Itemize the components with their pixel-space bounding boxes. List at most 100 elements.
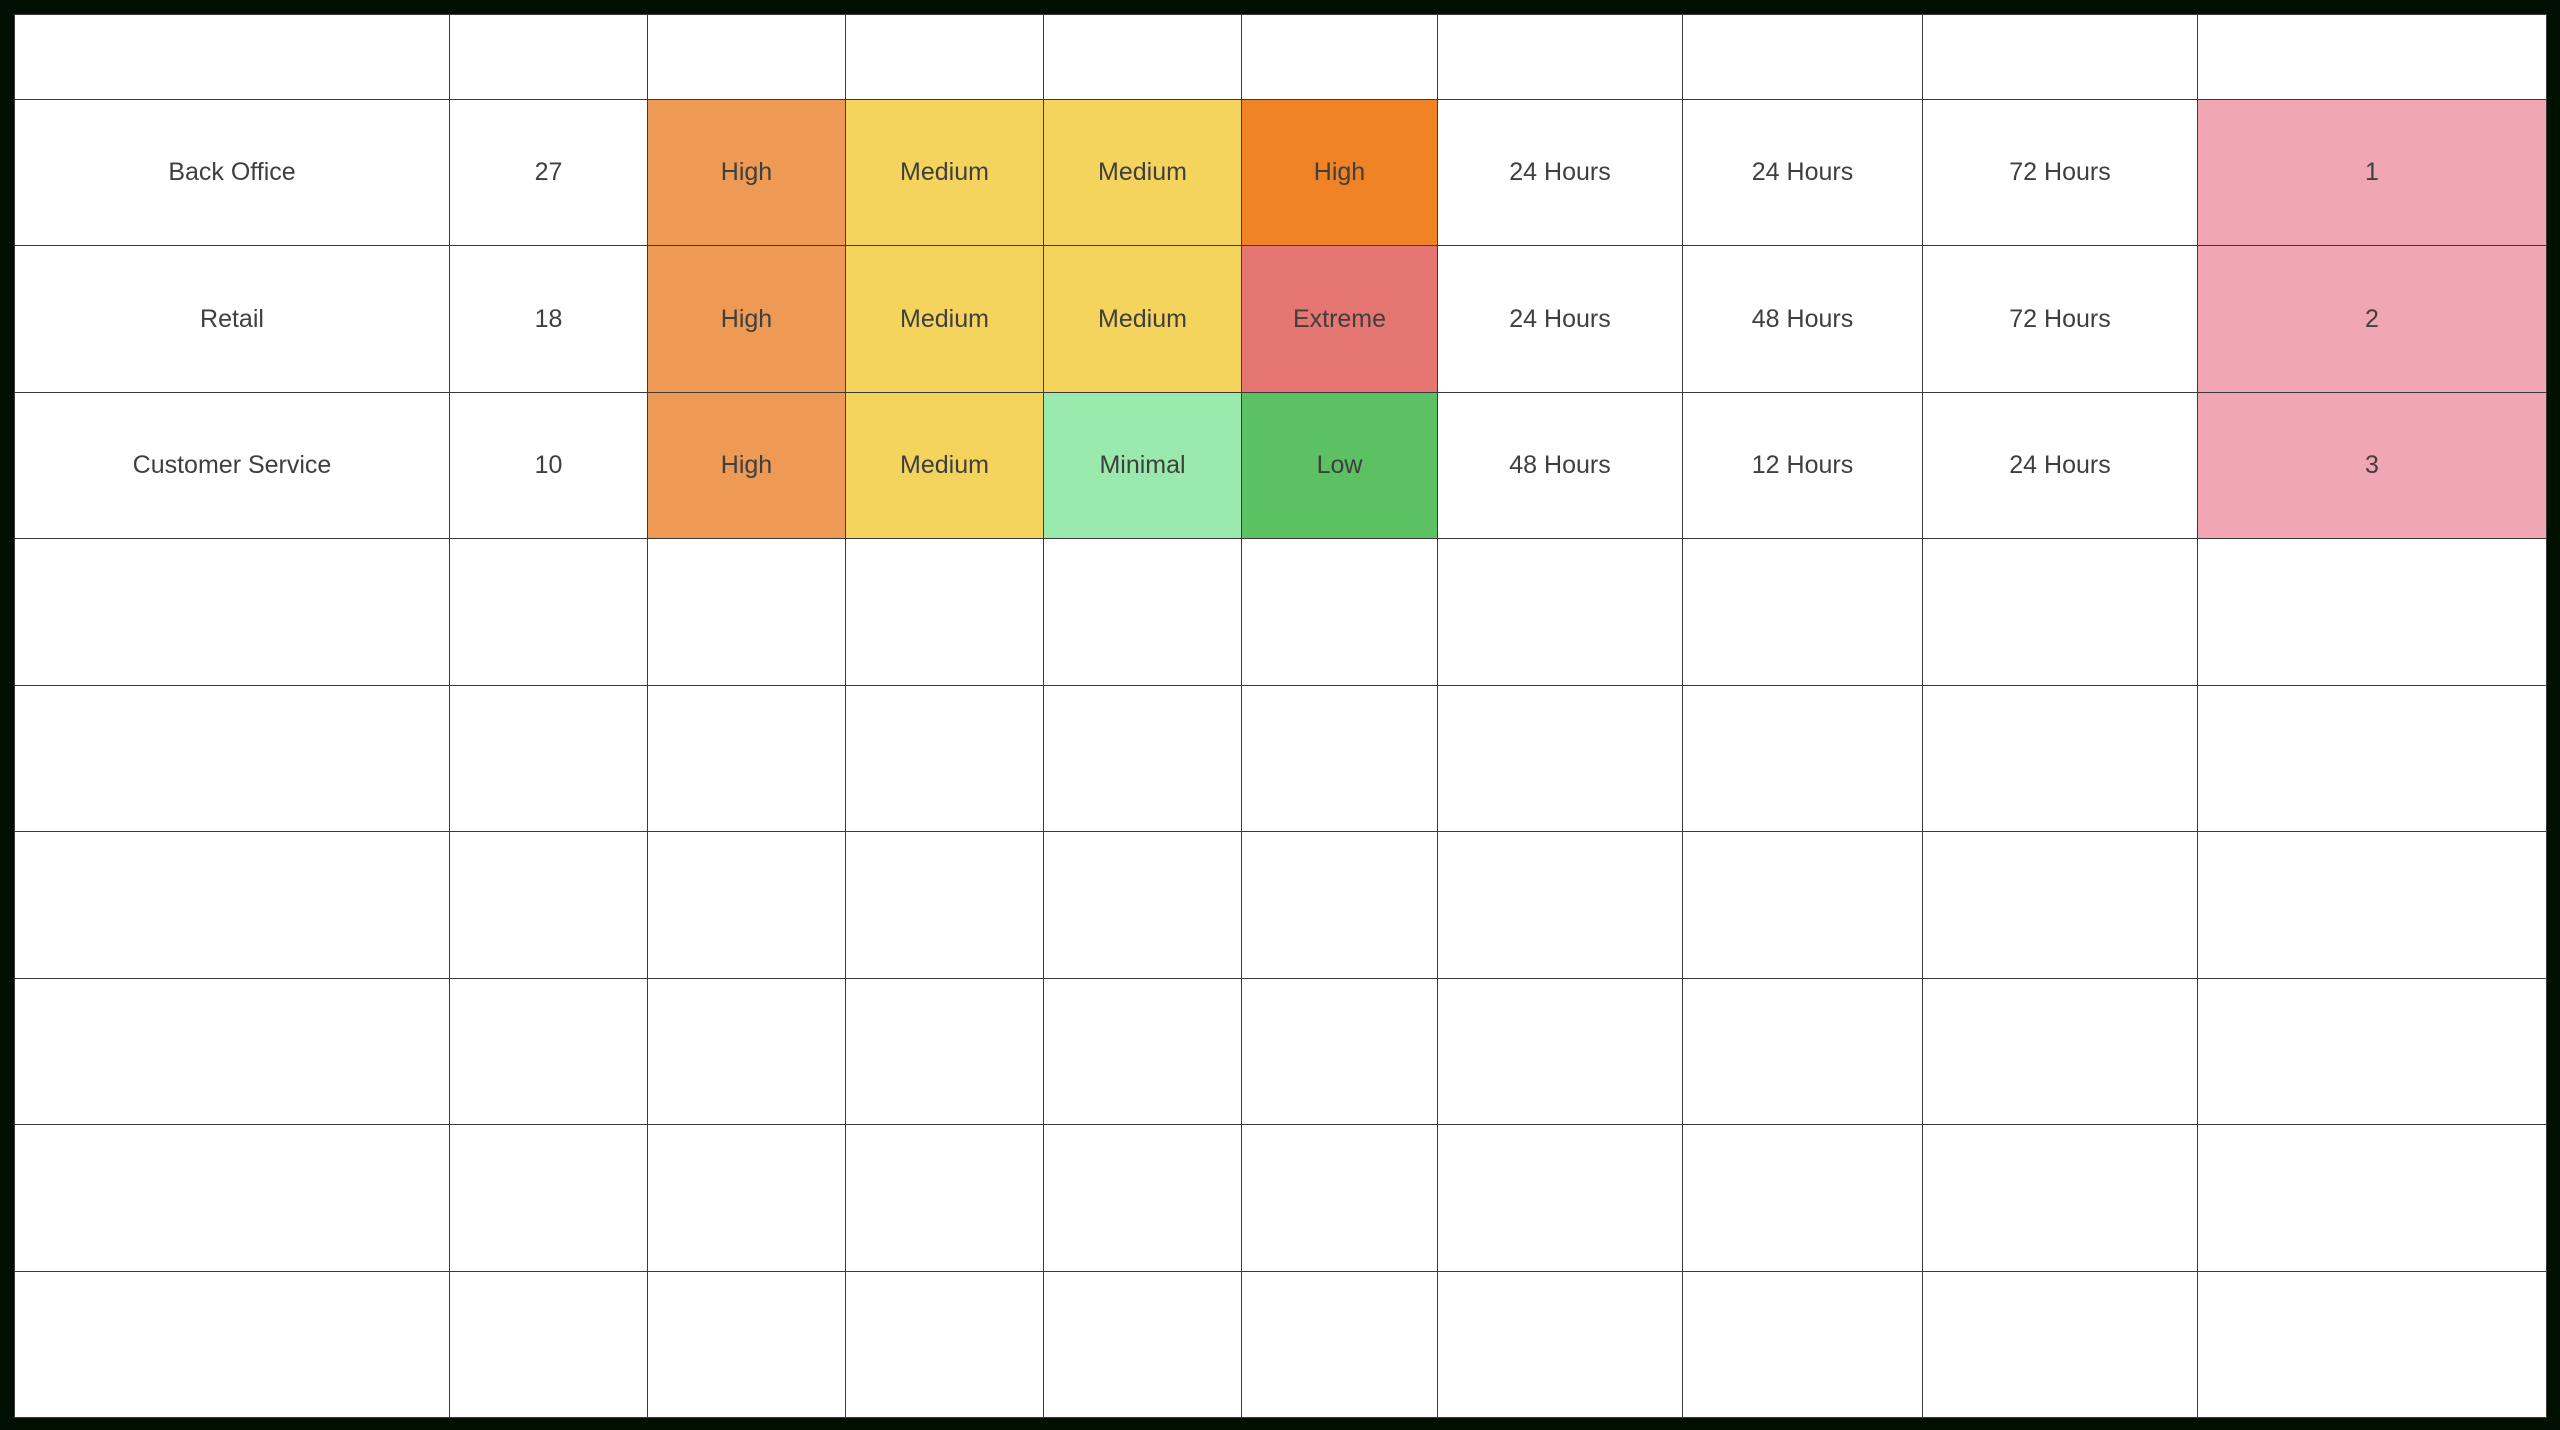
- cell-overall_priority[interactable]: [2197, 1270, 2547, 1418]
- cell-customer_impact[interactable]: [647, 831, 846, 979]
- cell-mad[interactable]: [1922, 1124, 2198, 1272]
- cell-mad[interactable]: [1922, 1270, 2198, 1418]
- cell-mad[interactable]: 72 Hours: [1922, 245, 2198, 393]
- cell-mad[interactable]: 72 Hours: [1922, 98, 2198, 247]
- cell-customer_impact[interactable]: [647, 684, 846, 833]
- cell-mad[interactable]: 24 Hours: [1922, 391, 2198, 540]
- cell-rto[interactable]: 12 Hours: [1682, 391, 1923, 540]
- cell-rto[interactable]: [1682, 831, 1923, 979]
- column-header-business_function[interactable]: Business Function: [14, 14, 450, 100]
- cell-financial_impact[interactable]: [845, 1270, 1044, 1418]
- cell-legal_impact[interactable]: [1043, 1124, 1242, 1272]
- cell-business_function[interactable]: [14, 684, 450, 833]
- cell-legal_impact[interactable]: Minimal: [1043, 391, 1242, 540]
- cell-rpo[interactable]: [1437, 1270, 1683, 1418]
- cell-legal_impact[interactable]: [1043, 684, 1242, 833]
- cell-mad[interactable]: [1922, 977, 2198, 1126]
- column-header-customer_impact[interactable]: Customer Impact: [647, 14, 846, 100]
- cell-legal_impact[interactable]: [1043, 977, 1242, 1126]
- cell-legal_impact[interactable]: Medium: [1043, 245, 1242, 393]
- cell-financial_impact[interactable]: [845, 977, 1044, 1126]
- cell-rto[interactable]: [1682, 1124, 1923, 1272]
- cell-total_dependencies[interactable]: 10: [449, 391, 648, 540]
- cell-business_function[interactable]: [14, 538, 450, 686]
- cell-rto[interactable]: [1682, 1270, 1923, 1418]
- cell-rto[interactable]: [1682, 684, 1923, 833]
- cell-legal_impact[interactable]: [1043, 1270, 1242, 1418]
- cell-rpo[interactable]: 24 Hours: [1437, 245, 1683, 393]
- cell-rpo[interactable]: [1437, 538, 1683, 686]
- cell-overall_priority[interactable]: [2197, 1124, 2547, 1272]
- cell-overall_priority[interactable]: [2197, 684, 2547, 833]
- column-header-rto[interactable]: Recovery Time Objectives: [1682, 14, 1923, 100]
- column-header-resources_impact[interactable]: Resources Impact: [1241, 14, 1438, 100]
- cell-total_dependencies[interactable]: [449, 538, 648, 686]
- column-header-rpo[interactable]: Recovery Point Objectives: [1437, 14, 1683, 100]
- cell-overall_priority[interactable]: 1: [2197, 98, 2547, 247]
- cell-legal_impact[interactable]: [1043, 538, 1242, 686]
- cell-customer_impact[interactable]: [647, 1124, 846, 1272]
- cell-customer_impact[interactable]: [647, 538, 846, 686]
- cell-overall_priority[interactable]: [2197, 977, 2547, 1126]
- cell-financial_impact[interactable]: [845, 684, 1044, 833]
- cell-resources_impact[interactable]: [1241, 1124, 1438, 1272]
- cell-financial_impact[interactable]: [845, 831, 1044, 979]
- cell-customer_impact[interactable]: [647, 1270, 846, 1418]
- cell-business_function[interactable]: [14, 1270, 450, 1418]
- column-header-overall_priority[interactable]: Overall Priority: [2197, 14, 2547, 100]
- cell-overall_priority[interactable]: [2197, 538, 2547, 686]
- cell-mad[interactable]: [1922, 831, 2198, 979]
- cell-total_dependencies[interactable]: [449, 977, 648, 1126]
- cell-resources_impact[interactable]: [1241, 977, 1438, 1126]
- cell-total_dependencies[interactable]: [449, 831, 648, 979]
- cell-resources_impact[interactable]: Extreme: [1241, 245, 1438, 393]
- cell-rpo[interactable]: 24 Hours: [1437, 98, 1683, 247]
- cell-business_function[interactable]: [14, 1124, 450, 1272]
- cell-financial_impact[interactable]: Medium: [845, 391, 1044, 540]
- cell-customer_impact[interactable]: High: [647, 245, 846, 393]
- cell-rto[interactable]: 48 Hours: [1682, 245, 1923, 393]
- cell-business_function[interactable]: [14, 977, 450, 1126]
- cell-customer_impact[interactable]: High: [647, 391, 846, 540]
- cell-customer_impact[interactable]: High: [647, 98, 846, 247]
- cell-business_function[interactable]: [14, 831, 450, 979]
- cell-customer_impact[interactable]: [647, 977, 846, 1126]
- cell-rpo[interactable]: [1437, 977, 1683, 1126]
- cell-overall_priority[interactable]: 3: [2197, 391, 2547, 540]
- cell-rpo[interactable]: [1437, 684, 1683, 833]
- cell-resources_impact[interactable]: [1241, 831, 1438, 979]
- cell-overall_priority[interactable]: [2197, 831, 2547, 979]
- cell-total_dependencies[interactable]: [449, 1270, 648, 1418]
- cell-financial_impact[interactable]: Medium: [845, 245, 1044, 393]
- cell-financial_impact[interactable]: [845, 538, 1044, 686]
- column-header-total_dependencies[interactable]: Total Dependencies: [449, 14, 648, 100]
- cell-business_function[interactable]: Customer Service: [14, 391, 450, 540]
- cell-total_dependencies[interactable]: [449, 1124, 648, 1272]
- cell-resources_impact[interactable]: High: [1241, 98, 1438, 247]
- cell-resources_impact[interactable]: [1241, 1270, 1438, 1418]
- column-header-mad[interactable]: Maximum Allowable Downtime: [1922, 14, 2198, 100]
- cell-financial_impact[interactable]: Medium: [845, 98, 1044, 247]
- cell-total_dependencies[interactable]: 18: [449, 245, 648, 393]
- cell-business_function[interactable]: Back Office: [14, 98, 450, 247]
- cell-total_dependencies[interactable]: [449, 684, 648, 833]
- cell-legal_impact[interactable]: [1043, 831, 1242, 979]
- cell-overall_priority[interactable]: 2: [2197, 245, 2547, 393]
- cell-financial_impact[interactable]: [845, 1124, 1044, 1272]
- column-header-financial_impact[interactable]: Financial Impact: [845, 14, 1044, 100]
- cell-rpo[interactable]: [1437, 831, 1683, 979]
- cell-resources_impact[interactable]: [1241, 684, 1438, 833]
- cell-mad[interactable]: [1922, 538, 2198, 686]
- cell-rto[interactable]: [1682, 977, 1923, 1126]
- cell-rpo[interactable]: [1437, 1124, 1683, 1272]
- cell-mad[interactable]: [1922, 684, 2198, 833]
- cell-business_function[interactable]: Retail: [14, 245, 450, 393]
- cell-total_dependencies[interactable]: 27: [449, 98, 648, 247]
- cell-rto[interactable]: 24 Hours: [1682, 98, 1923, 247]
- cell-rto[interactable]: [1682, 538, 1923, 686]
- column-header-legal_impact[interactable]: Legal Impact: [1043, 14, 1242, 100]
- cell-legal_impact[interactable]: Medium: [1043, 98, 1242, 247]
- cell-resources_impact[interactable]: [1241, 538, 1438, 686]
- cell-resources_impact[interactable]: Low: [1241, 391, 1438, 540]
- cell-rpo[interactable]: 48 Hours: [1437, 391, 1683, 540]
